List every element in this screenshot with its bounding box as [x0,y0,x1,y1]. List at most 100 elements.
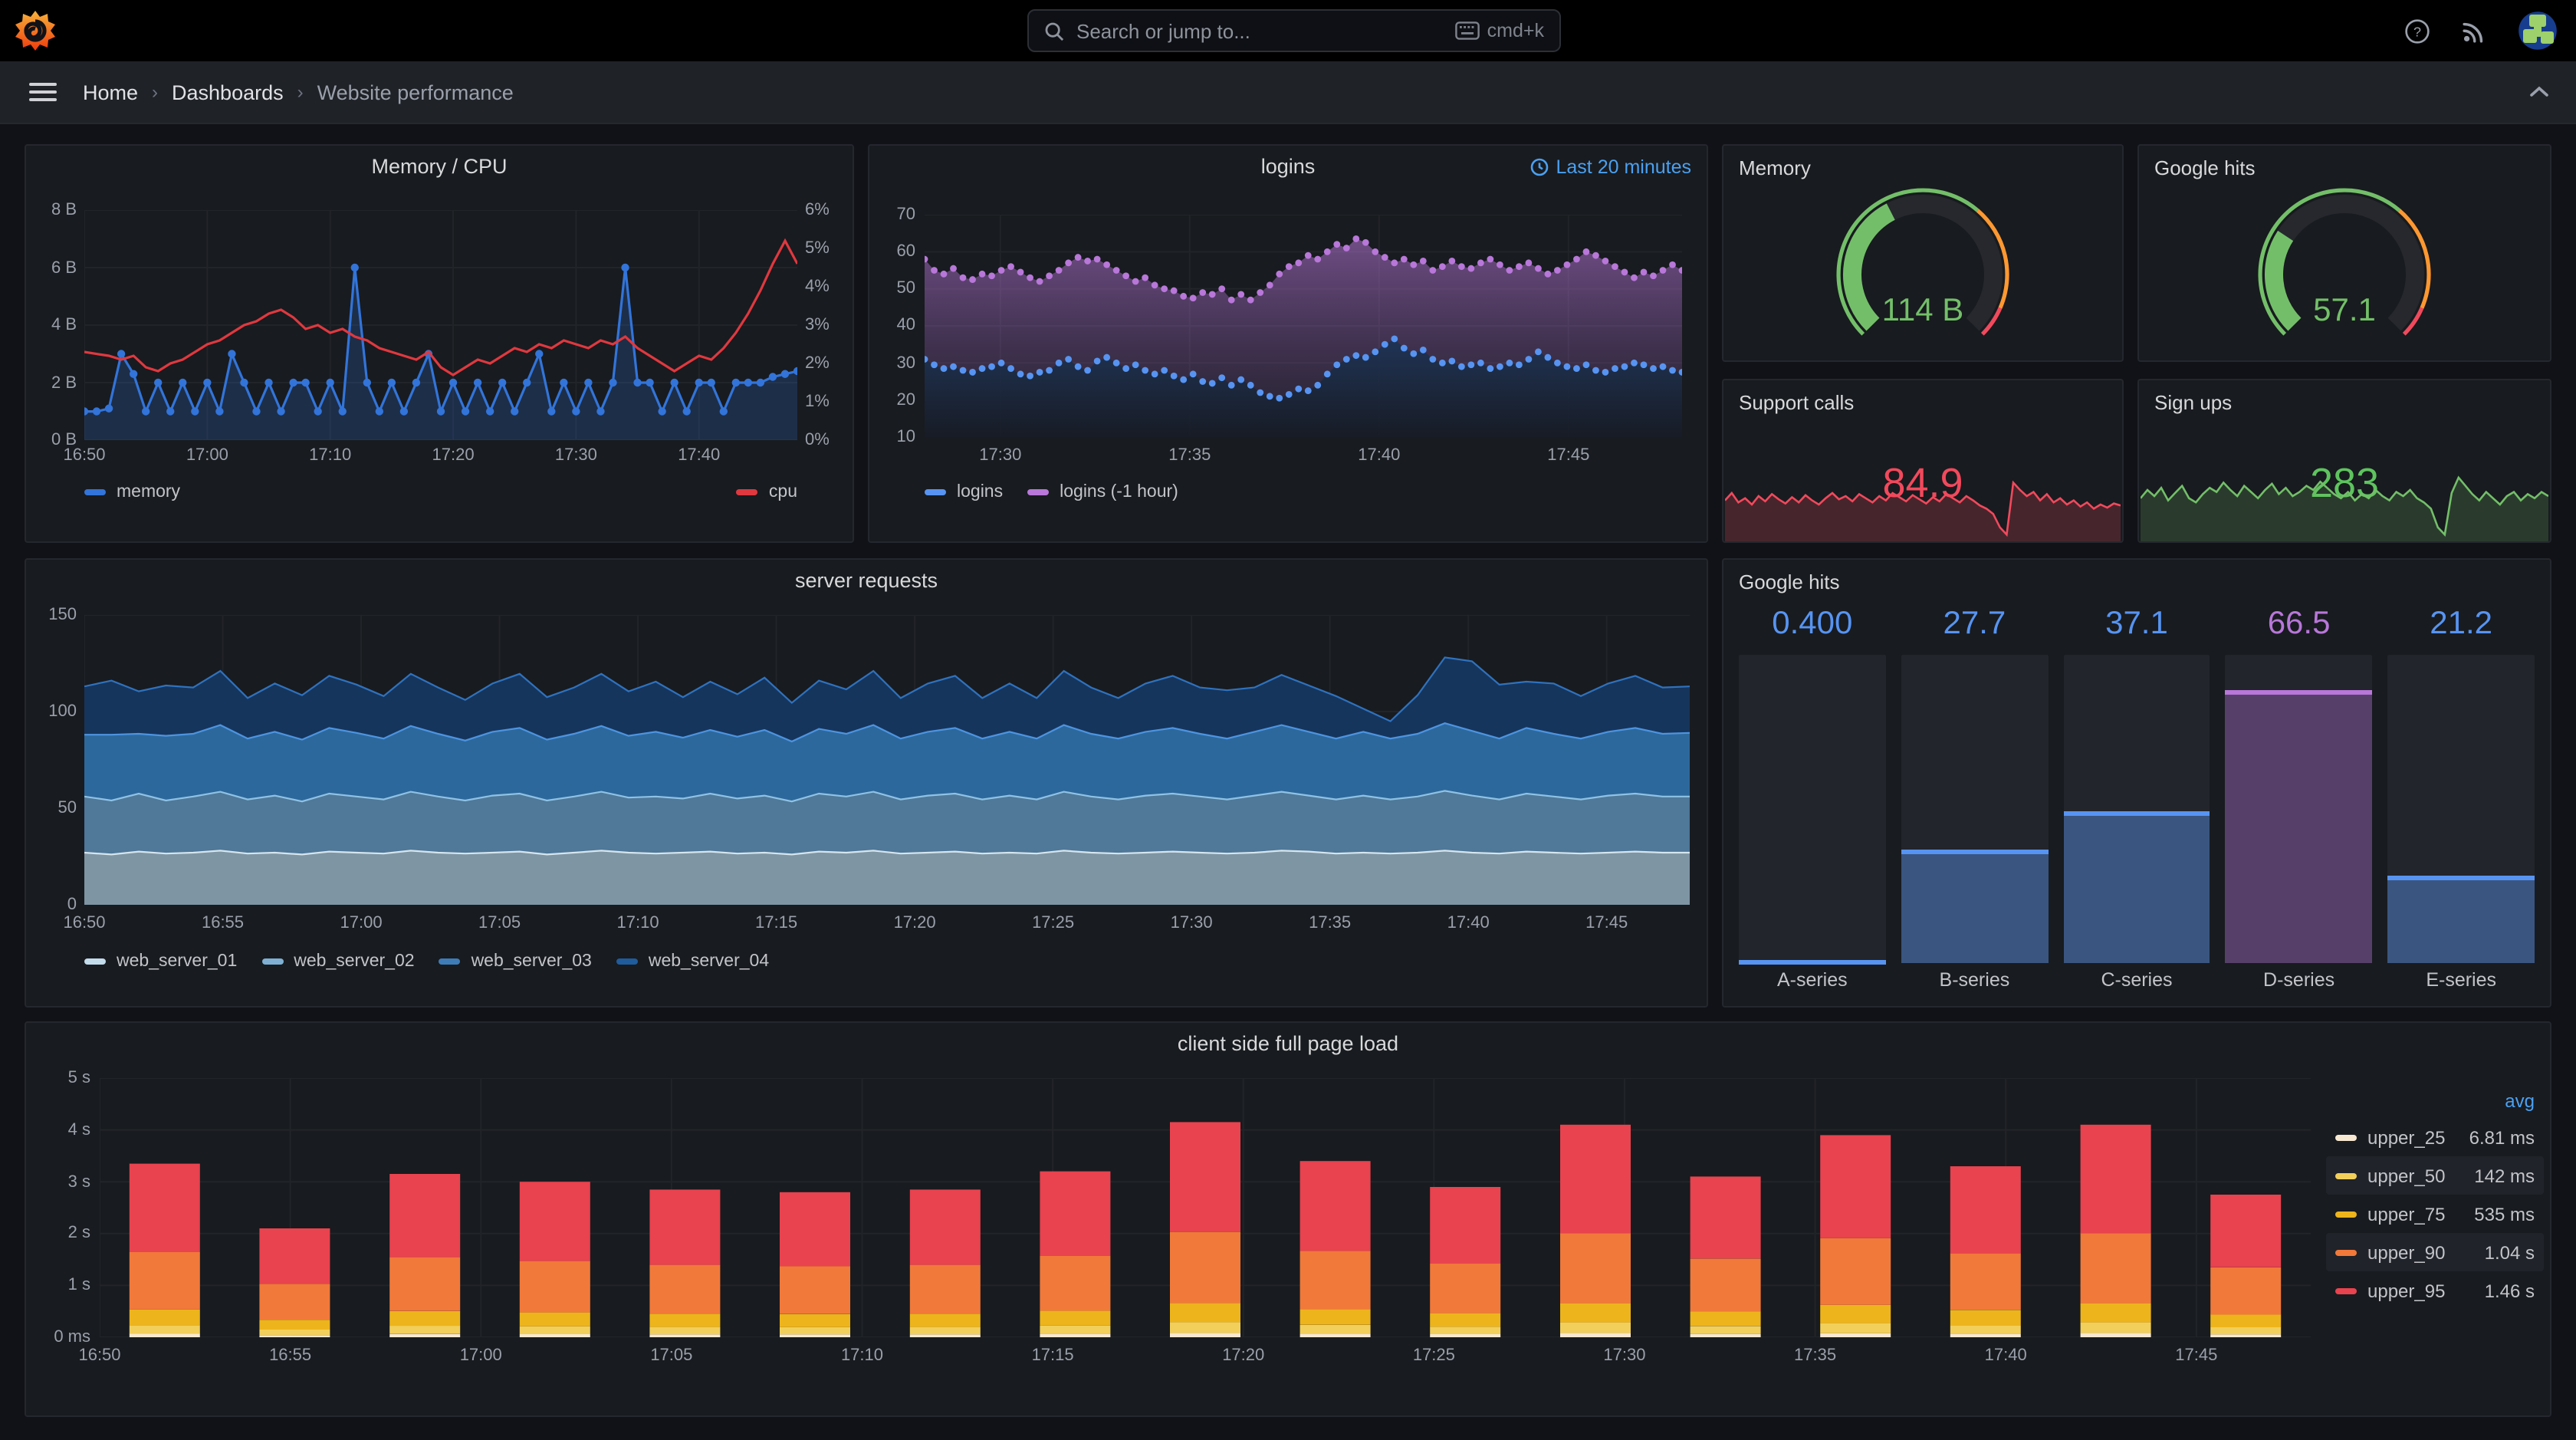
legend-row[interactable]: upper_75 535 ms [2326,1195,2544,1233]
legend-row[interactable]: upper_25 6.81 ms [2326,1118,2544,1156]
bar-gauge-fill [1901,849,2049,963]
legend-item[interactable]: memory [84,483,180,501]
legend-item[interactable]: logins (-1 hour) [1027,483,1178,501]
legend-avg-header[interactable]: avg [2326,1084,2544,1118]
bar-gauge-column: 0.400 A-series [1739,606,1886,994]
bar-gauge-fill [2063,810,2210,963]
chart-legend: memory cpu [84,483,797,501]
axis-tick: 1% [805,393,830,411]
axis-tick: 17:45 [1585,914,1628,932]
axis-tick: 2 B [51,373,77,392]
axis-tick: 17:40 [1447,914,1490,932]
legend-swatch [736,489,758,495]
legend-swatch [2335,1249,2357,1255]
help-icon[interactable]: ? [2404,18,2430,44]
axis-tick: 17:05 [650,1346,693,1365]
axis-tick: 60 [896,242,916,261]
panel-memory-cpu: Memory / CPU 8 B6 B4 B2 B0 B 6% 5% 4% 3% 2% 1… [25,144,854,543]
legend-item[interactable]: web_server_02 [261,952,415,971]
breadcrumb-separator: › [152,81,159,103]
axis-tick: 17:40 [1984,1346,2027,1365]
clock-icon [1530,158,1548,176]
axis-tick: 17:25 [1032,914,1075,932]
bar-gauge-value: 66.5 [2267,606,2331,641]
breadcrumb-home[interactable]: Home [83,81,138,104]
axis-tick: 150 [48,606,77,624]
avatar[interactable] [2518,11,2558,51]
axis-tick: 17:00 [459,1346,502,1365]
search-icon [1045,21,1064,41]
legend-swatch [261,958,284,965]
panel-support-calls: Support calls 84.9 [1722,379,2124,543]
bar-gauge-fill [1739,959,1886,965]
panel-google-hits-bars: Google hits 0.400 A-series 27.7 B-series 37.… [1722,558,2551,1008]
breadcrumb-dashboards[interactable]: Dashboards [172,81,284,104]
axis-tick: 17:15 [755,914,798,932]
y-axis-right: 6% 5% 4% 3% 2% 1% 0% [805,201,851,449]
panel-title[interactable]: Memory [1739,156,1811,179]
axis-tick: 17:05 [478,914,521,932]
panel-sign-ups: Sign ups 283 [2137,379,2551,543]
bar-gauge-track [2387,655,2535,963]
bar-gauge-value: 27.7 [1943,606,2006,641]
axis-tick: 16:55 [269,1346,312,1365]
axis-tick: 16:50 [78,1346,121,1365]
legend-row[interactable]: upper_90 1.04 s [2326,1233,2544,1271]
bar-gauge-fill [2225,689,2373,963]
news-rss-icon[interactable] [2461,18,2487,44]
axis-tick: 17:30 [979,446,1022,465]
axis-tick: 6% [805,201,830,219]
bar-gauge-value: 37.1 [2105,606,2168,641]
axis-tick: 3% [805,316,830,334]
legend-item[interactable]: logins [925,483,1003,501]
menu-icon[interactable] [29,83,57,101]
chevron-up-icon[interactable] [2527,80,2551,112]
panel-server-requests: server requests 150 100 50 0 16:50 16:55 17:0… [25,558,1708,1008]
bar-gauge: 0.400 A-series 27.7 B-series 37.1 C-series 66.… [1739,606,2535,994]
legend-item[interactable]: cpu [736,483,797,501]
shortcut-hint: cmd+k [1454,20,1544,41]
panel-title[interactable]: Support calls [1739,391,1854,414]
support-calls-sparkline [1725,480,2121,541]
legend-swatch [1027,489,1050,495]
search-input[interactable]: Search or jump to... cmd+k [1027,9,1561,52]
axis-tick: 17:20 [432,446,475,465]
breadcrumb-separator: › [297,81,304,103]
legend-row[interactable]: upper_95 1.46 s [2326,1271,2544,1310]
panel-title[interactable]: Sign ups [2154,391,2232,414]
logins-chart [925,215,1682,437]
y-axis: 5 s 4 s 3 s 2 s 1 s 0 ms [32,1069,90,1346]
panel-title[interactable]: Memory / CPU [26,155,853,178]
legend-item[interactable]: web_server_04 [616,952,769,971]
axis-tick: 17:00 [340,914,383,932]
panel-title[interactable]: Google hits [2154,156,2256,179]
axis-tick: 16:50 [63,914,106,932]
bar-gauge-column: 21.2 E-series [2387,606,2535,994]
page-load-chart [100,1078,2311,1337]
x-axis: 16:50 16:55 17:00 17:05 17:10 17:15 17:20 17:25… [63,911,1690,932]
gauge-value: 114 B [1881,293,1964,328]
axis-tick: 17:45 [1547,446,1590,465]
x-axis: 16:50 17:00 17:10 17:20 17:30 17:40 [63,443,797,465]
grafana-logo[interactable] [14,9,57,52]
bar-gauge-value: 0.400 [1772,606,1853,641]
y-axis: 150 100 50 0 [29,606,77,914]
time-range-link[interactable]: Last 20 minutes [1530,156,1691,178]
axis-tick: 17:15 [1031,1346,1074,1365]
axis-tick: 16:55 [201,914,245,932]
axis-tick: 4% [805,278,830,296]
axis-tick: 17:35 [1794,1346,1837,1365]
keyboard-icon [1454,21,1480,40]
legend-item[interactable]: web_server_01 [84,952,237,971]
axis-tick: 10 [896,427,916,446]
axis-tick: 17:30 [1170,914,1213,932]
panel-title[interactable]: server requests [26,569,1707,592]
panel-memory-gauge: Memory 114 B [1722,144,2124,362]
legend-row[interactable]: upper_50 142 ms [2326,1156,2544,1195]
panel-title[interactable]: client side full page load [26,1032,2550,1055]
axis-tick: 50 [896,279,916,298]
legend-swatch [439,958,461,965]
panel-title[interactable]: Google hits [1739,570,1840,593]
legend-item[interactable]: web_server_03 [439,952,592,971]
axis-tick: 17:10 [616,914,659,932]
